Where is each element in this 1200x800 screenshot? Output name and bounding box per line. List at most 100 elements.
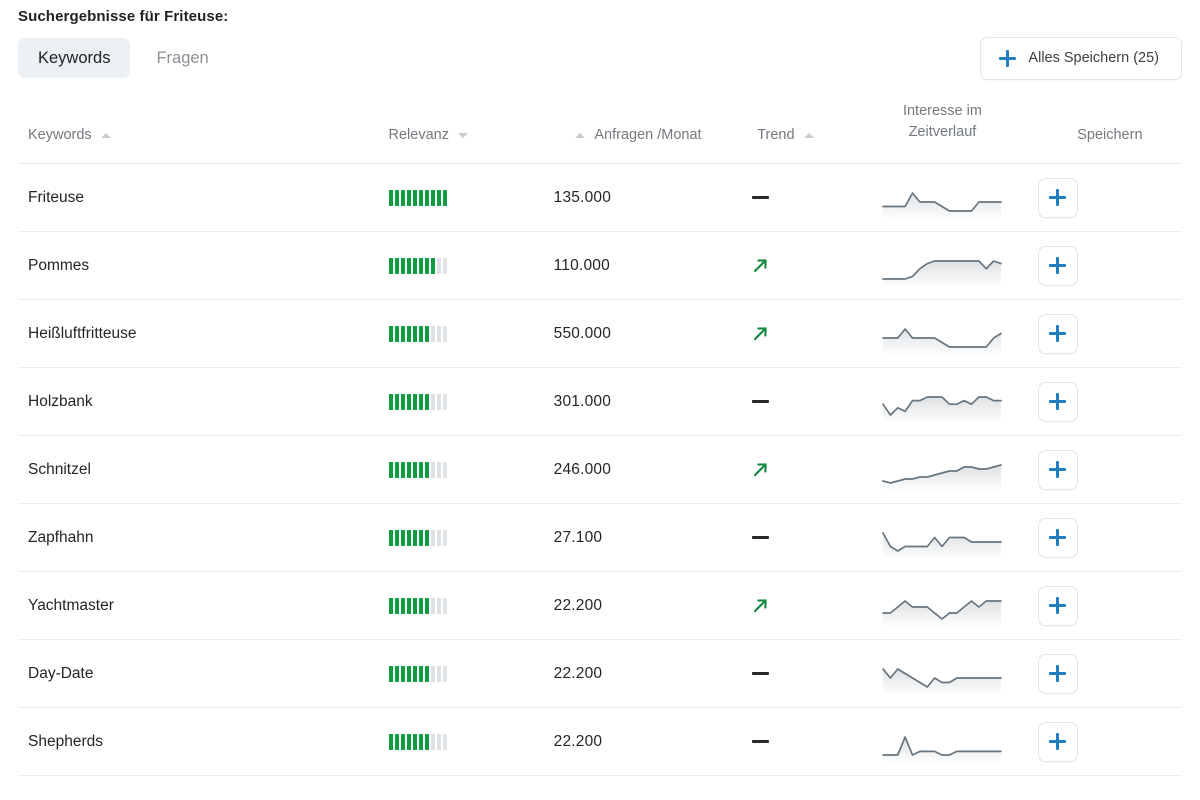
relevance-bar <box>430 189 435 206</box>
table-row[interactable]: Shepherds 22.200 <box>18 707 1182 777</box>
save-keyword-button[interactable] <box>1037 449 1078 490</box>
cell-keyword: Pommes <box>18 231 379 301</box>
table-row[interactable]: Yachtmaster 22.200 <box>18 571 1182 641</box>
relevance-bar <box>406 257 411 274</box>
sparkline-chart <box>882 463 1003 490</box>
sparkline-chart <box>882 531 1003 558</box>
cell-keyword: Yachtmaster <box>18 571 379 641</box>
volume-label: 246.000 <box>553 460 612 478</box>
cell-volume: 550.000 <box>553 299 724 369</box>
table-row[interactable]: Holzbank 301.000 <box>18 367 1182 437</box>
relevance-bar <box>412 597 417 614</box>
volume-label: 22.200 <box>553 664 603 682</box>
col-header-anfragen[interactable]: Anfragen /Monat <box>553 101 724 165</box>
col-header-speichern-label: Speichern <box>1077 127 1143 144</box>
relevance-bar <box>430 393 435 410</box>
table-row[interactable]: Day-Date 22.200 <box>18 639 1182 709</box>
relevance-bar <box>394 189 399 206</box>
relevance-bar <box>430 665 435 682</box>
relevance-bar <box>394 529 399 546</box>
relevance-bar <box>418 597 423 614</box>
relevance-bars <box>379 665 554 682</box>
cell-relevance <box>378 299 554 369</box>
relevance-bars <box>379 189 554 206</box>
cell-save <box>1037 707 1182 777</box>
table-row[interactable]: Heißluftfritteuse 550.000 <box>18 299 1182 369</box>
save-all-button[interactable]: Alles Speichern (25) <box>980 36 1182 80</box>
cell-relevance <box>378 503 554 573</box>
relevance-bar <box>388 733 393 750</box>
save-keyword-button[interactable] <box>1037 653 1078 694</box>
relevance-bar <box>388 597 393 614</box>
relevance-bar <box>388 325 393 342</box>
cell-keyword: Day-Date <box>18 639 379 709</box>
cell-volume: 135.000 <box>553 163 724 233</box>
plus-icon <box>1049 665 1067 683</box>
col-header-trend-label: Trend <box>757 127 795 144</box>
cell-relevance <box>378 163 554 233</box>
keyword-label: Yachtmaster <box>28 596 114 614</box>
relevance-bar <box>436 189 441 206</box>
table-row[interactable]: Pommes 110.000 <box>18 231 1182 301</box>
save-keyword-button[interactable] <box>1037 313 1078 354</box>
volume-label: 135.000 <box>553 188 612 206</box>
relevance-bar <box>400 461 405 478</box>
cell-save <box>1037 367 1182 437</box>
plus-icon <box>1049 597 1067 615</box>
sort-asc-icon[interactable] <box>803 132 814 138</box>
cell-keyword: Holzbank <box>18 367 379 437</box>
col-header-relevanz[interactable]: Relevanz <box>378 101 554 165</box>
relevance-bar <box>394 325 399 342</box>
relevance-bar <box>418 189 423 206</box>
volume-label: 301.000 <box>553 392 612 410</box>
save-keyword-button[interactable] <box>1037 721 1078 762</box>
save-keyword-button[interactable] <box>1037 381 1078 422</box>
relevance-bar <box>424 393 429 410</box>
relevance-bar <box>400 189 405 206</box>
sparkline-chart <box>882 395 1003 422</box>
save-keyword-button[interactable] <box>1037 177 1078 218</box>
table-row[interactable]: Friteuse 135.000 <box>18 163 1182 233</box>
col-header-trend[interactable]: Trend <box>723 101 848 165</box>
relevance-bar <box>388 529 393 546</box>
relevance-bar <box>436 597 441 614</box>
relevance-bar <box>412 393 417 410</box>
sort-asc-icon[interactable] <box>575 132 586 138</box>
save-keyword-button[interactable] <box>1037 517 1078 558</box>
tab-keywords[interactable]: Keywords <box>18 37 131 79</box>
col-header-keywords[interactable]: Keywords <box>18 101 379 165</box>
sort-desc-icon[interactable] <box>457 132 468 138</box>
relevance-bar <box>424 665 429 682</box>
relevance-bars <box>379 325 554 342</box>
table-row[interactable]: Schnitzel 246.000 <box>18 435 1182 505</box>
cell-trend <box>723 299 848 369</box>
relevance-bar <box>442 325 447 342</box>
relevance-bar <box>442 461 447 478</box>
relevance-bar <box>436 733 441 750</box>
sparkline-chart <box>882 667 1003 694</box>
volume-label: 550.000 <box>553 324 612 342</box>
relevance-bar <box>400 665 405 682</box>
col-header-speichern: Speichern <box>1037 101 1182 165</box>
col-header-keywords-label: Keywords <box>28 127 92 144</box>
tab-fragen[interactable]: Fragen <box>136 38 228 78</box>
relevance-bar <box>424 257 429 274</box>
sort-asc-icon[interactable] <box>100 132 111 138</box>
cell-sparkline <box>847 435 1038 505</box>
relevance-bar <box>406 461 411 478</box>
sparkline-chart <box>882 191 1003 218</box>
relevance-bar <box>424 189 429 206</box>
col-header-relevanz-label: Relevanz <box>388 127 449 144</box>
col-header-interesse-line1: Interesse im <box>902 103 982 119</box>
cell-volume: 22.200 <box>553 571 724 641</box>
keyword-label: Zapfhahn <box>28 528 94 546</box>
trend-up-icon <box>754 327 767 341</box>
cell-save <box>1037 299 1182 369</box>
relevance-bar <box>442 733 447 750</box>
relevance-bar <box>412 189 417 206</box>
save-keyword-button[interactable] <box>1037 585 1078 626</box>
relevance-bar <box>430 733 435 750</box>
save-keyword-button[interactable] <box>1037 245 1078 286</box>
table-row[interactable]: Zapfhahn 27.100 <box>18 503 1182 573</box>
keyword-label: Day-Date <box>28 664 94 682</box>
